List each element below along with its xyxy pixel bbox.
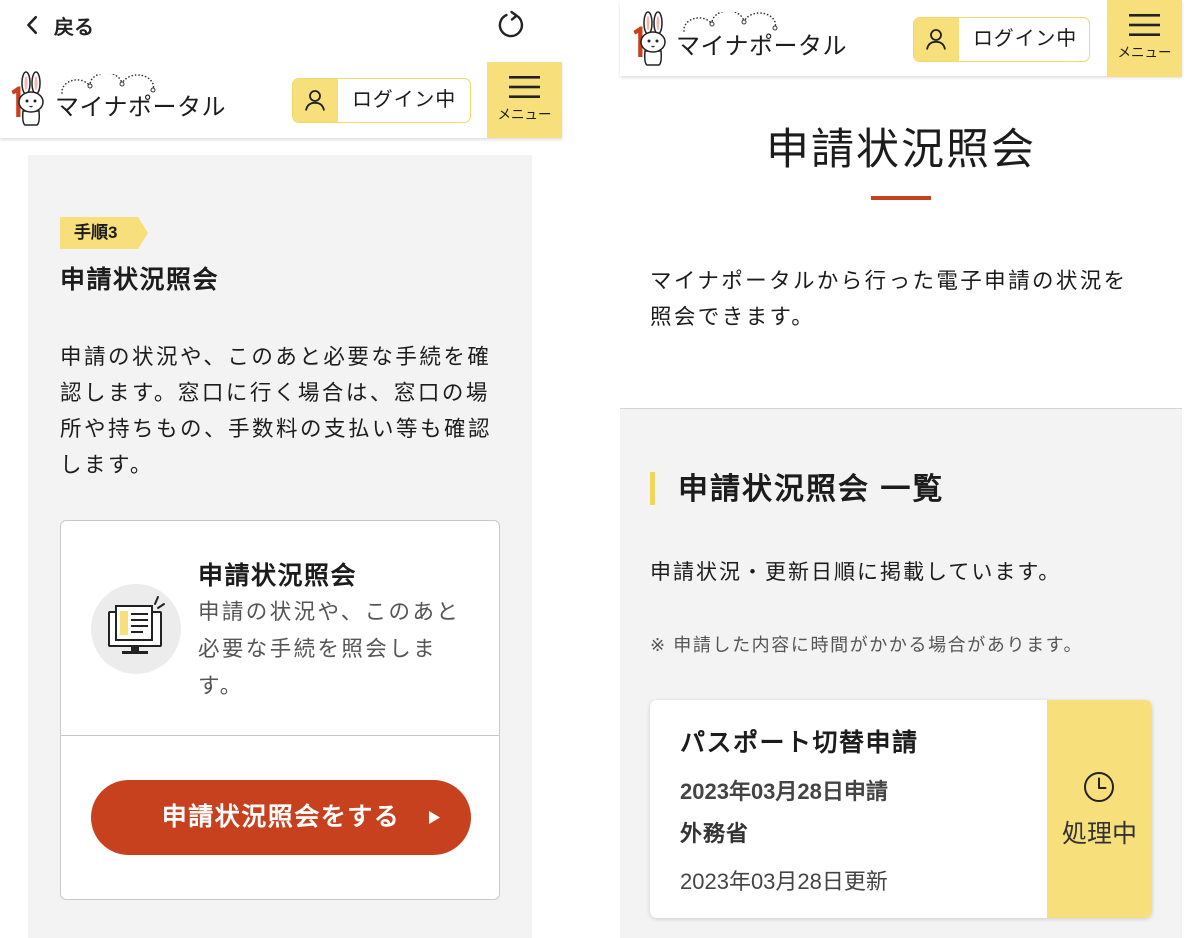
heading-accent-bar — [650, 472, 655, 505]
menu-button[interactable]: メニュー — [487, 62, 562, 138]
user-icon — [305, 90, 325, 111]
clock-icon — [1084, 772, 1114, 802]
logo-arcs-icon — [683, 12, 778, 32]
mascot-logo-icon[interactable] — [632, 11, 672, 67]
status-inquiry-button-label: 申請状況照会をする — [161, 803, 401, 831]
page-intro: マイナポータルから行った電子申請の状況を 照会できます。 — [650, 263, 1128, 335]
site-header: マイナポータル ログイン中 メニュー — [620, 0, 1182, 77]
user-icon-box — [914, 18, 959, 61]
refresh-button[interactable] — [496, 10, 526, 40]
service-card-description-line: 必要な手続を照会しま — [198, 637, 438, 661]
service-card-description-line: 申請の状況や、このあと — [198, 600, 461, 624]
page-intro-line: 照会できます。 — [650, 305, 816, 329]
page-title: 申請状況照会 — [766, 126, 1036, 174]
user-icon-box — [293, 79, 338, 122]
service-card-title: 申請状況照会 — [198, 562, 358, 590]
chevron-left-icon — [27, 15, 38, 35]
list-caution: ※ 申請した内容に時間がかかる場合があります。 — [650, 635, 1084, 655]
back-label: 戻る — [54, 16, 94, 39]
step-description: 申請の状況や、このあと必要な手続を確 認します。窓口に行く場合は、窓口の場 所や… — [60, 339, 492, 483]
computer-document-icon — [91, 584, 181, 674]
logo-text[interactable]: マイナポータル — [676, 32, 847, 62]
application-card[interactable]: パスポート切替申請 2023年03月28日申請 外務省 2023年03月28日更… — [650, 700, 1152, 918]
page-intro-line: マイナポータルから行った電子申請の状況を — [650, 269, 1128, 293]
back-button[interactable]: 戻る — [22, 8, 94, 42]
hamburger-icon — [509, 76, 540, 98]
status-badge: 処理中 — [1047, 700, 1152, 918]
service-card-description: 申請の状況や、このあと 必要な手続を照会しま す。 — [198, 594, 460, 705]
refresh-icon — [498, 10, 524, 38]
list-heading: 申請状況照会 一覧 — [678, 473, 945, 506]
login-status-label: ログイン中 — [352, 89, 456, 111]
application-title: パスポート切替申請 — [680, 729, 919, 757]
status-label: 処理中 — [1061, 820, 1137, 848]
step-description-line: 認します。窓口に行く場合は、窓口の場 — [60, 381, 490, 405]
menu-label: メニュー — [1117, 45, 1172, 60]
site-header: マイナポータル ログイン中 メニュー — [0, 62, 562, 138]
step-description-line: 申請の状況や、このあと必要な手続を確 — [60, 345, 492, 369]
hamburger-icon — [1129, 14, 1160, 36]
login-status-label: ログイン中 — [973, 28, 1077, 50]
login-status-button[interactable]: ログイン中 — [292, 78, 471, 123]
status-inquiry-button[interactable]: 申請状況照会をする — [91, 780, 471, 855]
mascot-logo-icon[interactable] — [10, 71, 50, 127]
title-underline — [871, 196, 931, 200]
service-card: 申請状況照会 申請の状況や、このあと 必要な手続を照会しま す。 申請状況照会を… — [60, 520, 500, 900]
user-icon — [926, 29, 946, 50]
login-status-button[interactable]: ログイン中 — [913, 17, 1090, 62]
step-description-line: 所や持ちもの、手数料の支払い等も確認 — [60, 417, 493, 441]
application-date: 2023年03月28日申請 — [680, 779, 888, 804]
step-title: 申請状況照会 — [60, 266, 220, 294]
list-sort-note: 申請状況・更新日順に掲載しています。 — [650, 561, 1062, 584]
card-divider — [61, 735, 499, 736]
application-agency: 外務省 — [680, 821, 750, 846]
step-description-line: します。 — [60, 453, 154, 477]
service-card-description-line: す。 — [198, 674, 244, 698]
application-updated: 2023年03月28日更新 — [680, 869, 888, 894]
menu-button[interactable]: メニュー — [1107, 0, 1182, 77]
menu-label: メニュー — [497, 107, 552, 122]
logo-text[interactable]: マイナポータル — [55, 93, 226, 123]
step-badge: 手順3 — [60, 217, 148, 249]
